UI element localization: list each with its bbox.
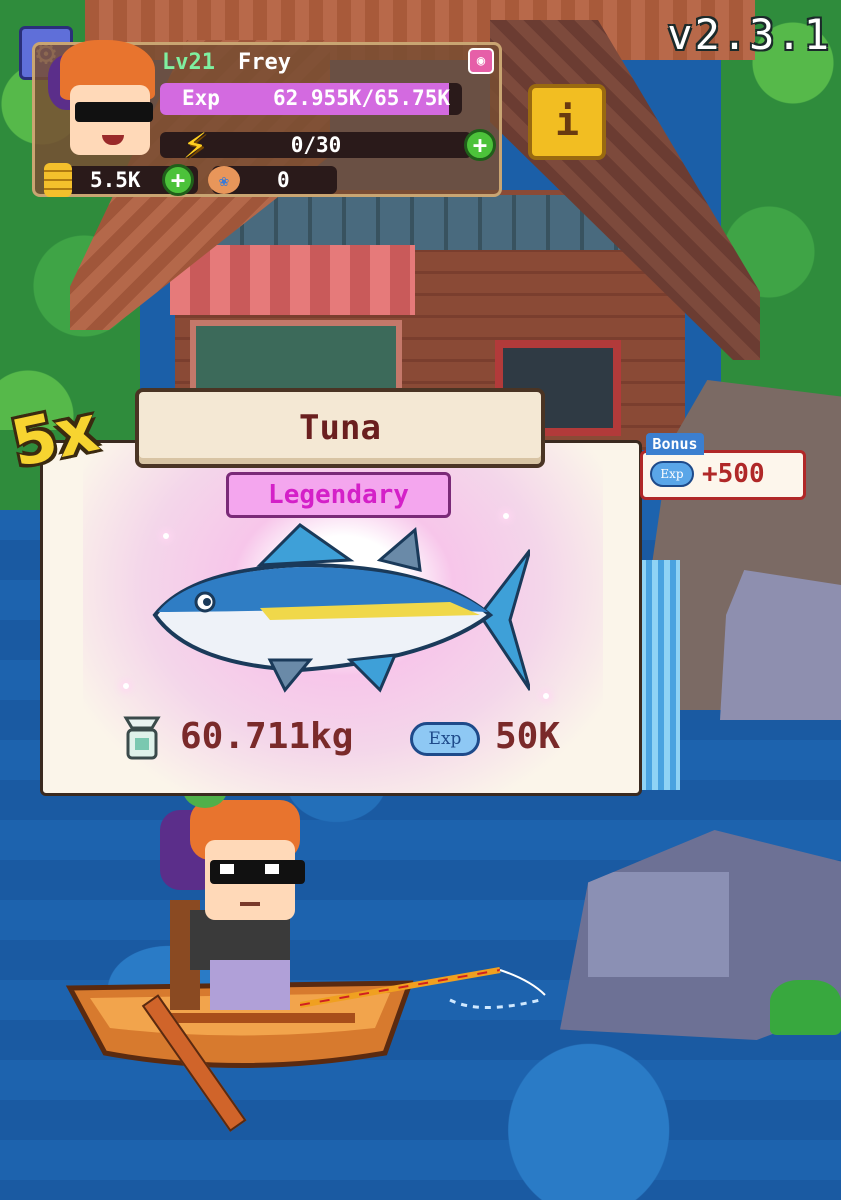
weight-scale-icon (123, 716, 161, 760)
exp-reward: 50K (495, 716, 561, 757)
exp-bar: Exp 62.955K/65.75K (160, 83, 462, 115)
player-avatar[interactable] (40, 40, 160, 162)
exp-icon: Exp (650, 461, 694, 487)
info-button[interactable]: i (528, 84, 606, 160)
exp-label: Exp (182, 86, 220, 110)
lightning-icon: ⚡ (183, 122, 208, 168)
plus-icon: + (472, 131, 488, 159)
house-awning (170, 245, 415, 315)
profile-button[interactable]: ◉ (468, 48, 494, 74)
coin-value: 5.5K (90, 168, 141, 192)
sparkle (543, 693, 549, 699)
coin-stack-icon (44, 163, 72, 197)
fish-name-plate: Tuna (135, 388, 545, 468)
bait-value: 0 (277, 168, 290, 192)
plus-icon: + (170, 166, 186, 194)
sparkle (123, 683, 129, 689)
rarity-badge: Legendary (226, 472, 451, 518)
tuna-fish-image (152, 523, 530, 693)
bait-icon: ❀ (208, 166, 240, 194)
exp-icon: Exp (410, 722, 480, 756)
waterfall (640, 560, 680, 790)
fishing-rod (300, 967, 546, 1009)
bonus-exp-value: +500 (702, 459, 765, 489)
sparkle (503, 513, 509, 519)
fish-weight: 60.711kg (180, 716, 354, 757)
add-energy-button[interactable]: + (464, 129, 496, 161)
bonus-label: Bonus (646, 433, 704, 455)
game-scene: ⚙ v2.3.1 Lv21 Frey ◉ Exp 62.955K/65.75K … (0, 0, 841, 1200)
bush (770, 980, 841, 1035)
version-label: v2.3.1 (667, 10, 831, 59)
exp-value: 62.955K/65.75K (272, 86, 450, 110)
info-icon: i (554, 99, 580, 145)
player-level: Lv21 (162, 50, 215, 75)
add-coin-button[interactable]: + (162, 164, 194, 196)
player-name: Frey (238, 50, 291, 75)
profile-icon: ◉ (476, 53, 486, 69)
grey-rock (720, 570, 841, 720)
